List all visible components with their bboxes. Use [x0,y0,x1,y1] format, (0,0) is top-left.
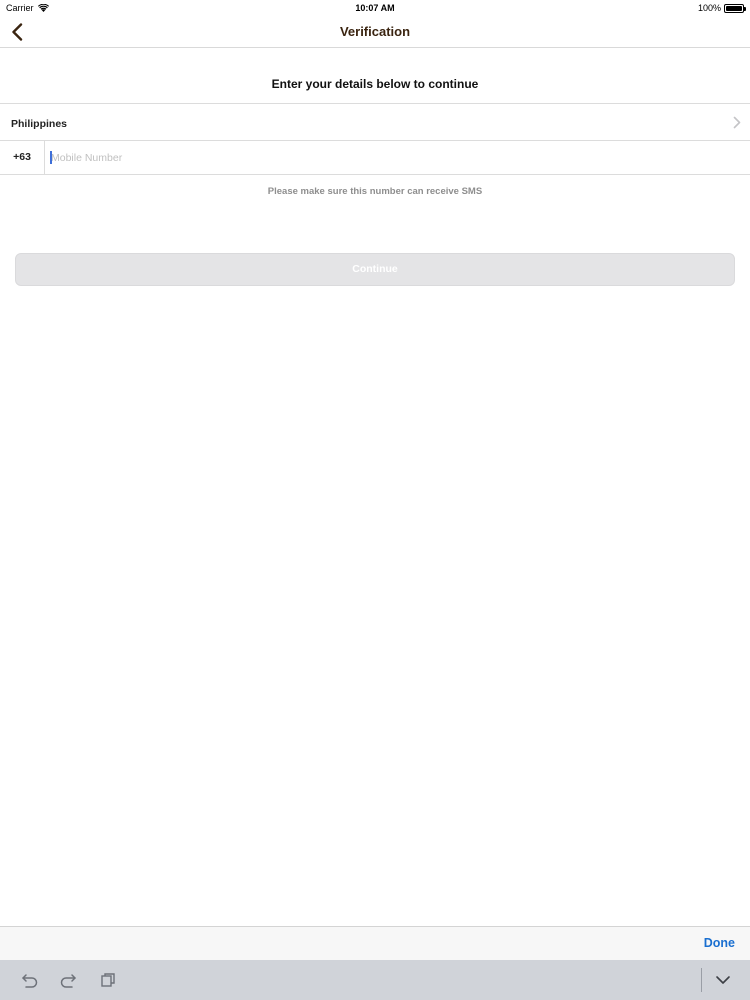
battery-percent: 100% [697,3,721,13]
chevron-right-icon [733,116,741,129]
status-time: 10:07 AM [355,3,395,13]
undo-button[interactable] [20,970,40,990]
done-button[interactable]: Done [704,936,735,950]
paste-icon [101,973,115,987]
dismiss-keyboard-button[interactable] [713,970,733,990]
status-bar: Carrier 10:07 AM 100% [0,0,750,16]
form-subtitle: Enter your details below to continue [271,77,479,91]
keyboard-shortcut-bar [0,960,750,1000]
page-title: Verification [339,24,411,39]
keyboard-accessory-bar: Done [0,926,750,960]
toolbar-divider [701,968,702,992]
mobile-number-input[interactable] [46,141,736,174]
battery-status: 100% [697,3,746,13]
country-label: Philippines [11,118,68,130]
redo-button[interactable] [58,970,78,990]
navigation-bar: Verification [0,16,750,48]
undo-icon [22,974,38,988]
phone-number-row: +63 [0,141,750,175]
country-selector[interactable]: Philippines [0,103,750,141]
battery-icon [724,3,746,13]
country-code: +63 [0,141,45,174]
text-cursor [50,151,52,164]
paste-button[interactable] [98,970,118,990]
dismiss-keyboard-icon [716,976,730,984]
continue-button[interactable]: Continue [15,253,735,286]
sms-hint: Please make sure this number can receive… [267,186,483,197]
redo-icon [60,974,76,988]
